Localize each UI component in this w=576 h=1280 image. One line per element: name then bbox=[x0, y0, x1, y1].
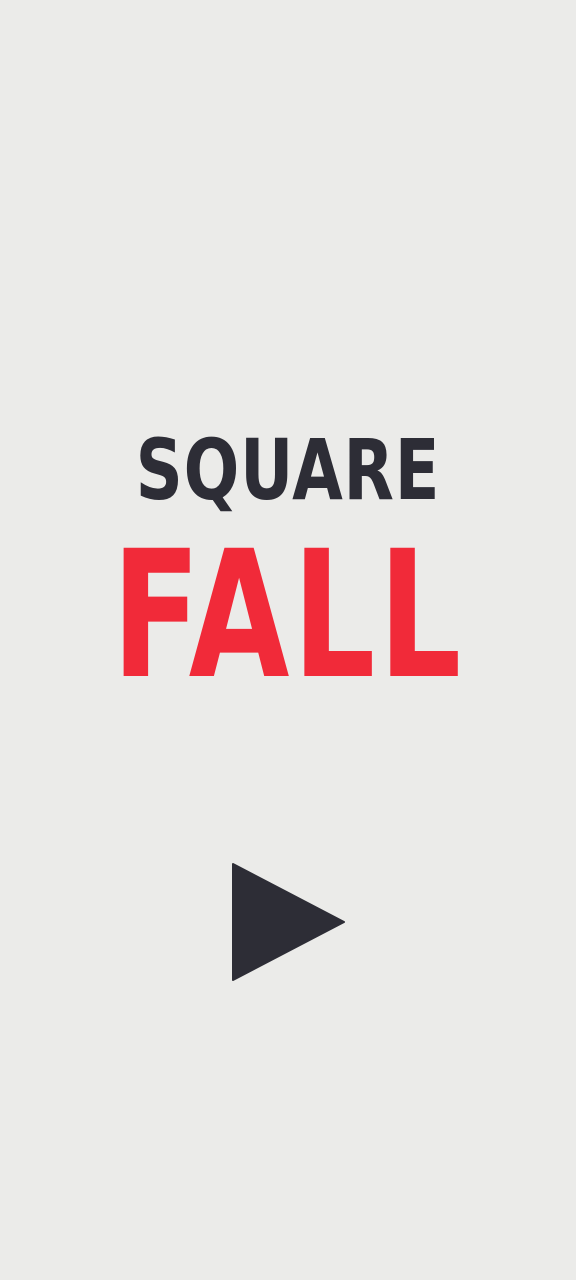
title-fall: FALL bbox=[111, 513, 465, 718]
play-icon bbox=[232, 863, 345, 981]
start-screen: SQUARE FALL bbox=[0, 0, 576, 1280]
title-square: SQUARE bbox=[135, 421, 441, 519]
play-button[interactable] bbox=[224, 856, 352, 988]
